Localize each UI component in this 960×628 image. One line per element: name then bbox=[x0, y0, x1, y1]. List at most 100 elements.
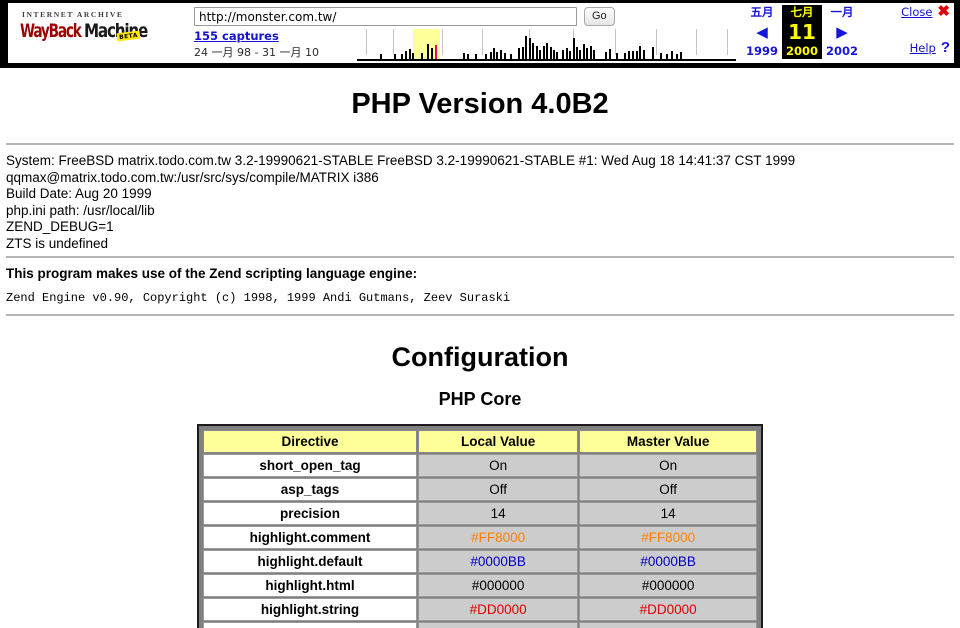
cell-directive: highlight.default bbox=[203, 550, 417, 573]
timeline-bar[interactable] bbox=[493, 48, 496, 59]
prev-arrow-icon[interactable]: ◀ bbox=[742, 20, 782, 44]
timeline-bar[interactable] bbox=[556, 52, 559, 59]
timeline-bar[interactable] bbox=[589, 46, 592, 59]
help-row[interactable]: Help ? bbox=[866, 40, 950, 55]
timeline-bar[interactable] bbox=[576, 47, 579, 59]
next-capture-column[interactable]: 一月 ▶ 2002 bbox=[822, 5, 862, 58]
timeline-bar[interactable] bbox=[427, 44, 430, 59]
table-row: highlight.html #000000 #000000 bbox=[203, 574, 757, 597]
col-master-value: Master Value bbox=[579, 430, 757, 453]
close-link[interactable]: Close bbox=[901, 5, 932, 19]
timeline-bar[interactable] bbox=[408, 49, 411, 59]
wayback-logo[interactable]: INTERNET ARCHIVE WayBack Machine BETA bbox=[8, 3, 193, 63]
timeline-bar[interactable] bbox=[605, 52, 608, 59]
internet-archive-label: INTERNET ARCHIVE bbox=[22, 10, 124, 19]
timeline-bar[interactable] bbox=[631, 51, 634, 59]
system-info-line: php.ini path: /usr/local/lib bbox=[6, 202, 155, 218]
timeline-bar[interactable] bbox=[651, 47, 654, 59]
cell-local-value: #FFFFFF bbox=[418, 622, 579, 628]
timeline-bar[interactable] bbox=[593, 50, 596, 59]
timeline-bar[interactable] bbox=[608, 49, 611, 59]
timeline-bar[interactable] bbox=[660, 53, 663, 59]
current-capture-column[interactable]: 七月 11 2000 bbox=[782, 5, 822, 59]
timeline-bar[interactable] bbox=[431, 48, 434, 59]
captures-count-link[interactable]: 155 captures bbox=[194, 29, 357, 43]
timeline-bar[interactable] bbox=[499, 50, 502, 59]
timeline-bar[interactable] bbox=[411, 53, 414, 59]
timeline-bar[interactable] bbox=[466, 54, 469, 59]
url-row: Go bbox=[193, 7, 740, 26]
wayback-center-column: Go 155 captures 24 一月 98 - 31 一月 10 bbox=[193, 3, 740, 63]
timeline-bar[interactable] bbox=[538, 50, 541, 59]
prev-capture-column[interactable]: 五月 ◀ 1999 bbox=[742, 5, 782, 58]
timeline-bar[interactable] bbox=[642, 50, 645, 59]
timeline-bar[interactable] bbox=[528, 38, 531, 59]
cell-local-value: Off bbox=[418, 478, 579, 501]
timeline-bar[interactable] bbox=[421, 53, 424, 59]
timeline-bar[interactable] bbox=[627, 51, 630, 59]
timeline-bar[interactable] bbox=[586, 48, 589, 59]
timeline-bar[interactable] bbox=[485, 54, 488, 59]
timeline-bar[interactable] bbox=[579, 50, 582, 59]
close-icon[interactable]: ✖ bbox=[937, 4, 950, 19]
timeline-bar[interactable] bbox=[400, 54, 403, 59]
go-button[interactable]: Go bbox=[584, 7, 615, 26]
timeline-bar[interactable] bbox=[624, 53, 627, 59]
module-heading: PHP Core bbox=[438, 389, 522, 409]
phpinfo-page: PHP Version 4.0B2 System: FreeBSD matrix… bbox=[0, 88, 960, 628]
cell-directive: highlight.bg bbox=[203, 622, 417, 628]
timeline-bar[interactable] bbox=[380, 54, 383, 59]
timeline-bar[interactable] bbox=[546, 43, 549, 59]
help-link[interactable]: Help bbox=[910, 41, 936, 55]
timeline-bar[interactable] bbox=[462, 53, 465, 59]
timeline-bar[interactable] bbox=[615, 53, 618, 59]
timeline-bar[interactable] bbox=[521, 47, 524, 59]
timeline-bar[interactable] bbox=[582, 44, 585, 59]
timeline-bar[interactable] bbox=[404, 51, 407, 59]
timeline-bar[interactable] bbox=[569, 51, 572, 59]
timeline-bar[interactable] bbox=[496, 52, 499, 59]
timeline-current-bar[interactable] bbox=[435, 45, 438, 59]
timeline-bar[interactable] bbox=[535, 46, 538, 59]
timeline-bar[interactable] bbox=[532, 43, 535, 59]
date-navigation: 五月 ◀ 1999 七月 11 2000 一月 ▶ 2002 Close ✖ H… bbox=[740, 3, 954, 63]
cell-master-value: On bbox=[579, 454, 757, 477]
timeline-bar[interactable] bbox=[565, 48, 568, 59]
timeline-bar[interactable] bbox=[552, 50, 555, 59]
zend-lead-text: This program makes use of the Zend scrip… bbox=[6, 266, 418, 281]
timeline-bar[interactable] bbox=[676, 54, 679, 59]
timeline-bar[interactable] bbox=[394, 54, 397, 59]
table-row: short_open_tag On On bbox=[203, 454, 757, 477]
timeline-bar[interactable] bbox=[542, 46, 545, 59]
timeline-bar[interactable] bbox=[510, 54, 513, 59]
timeline-bar[interactable] bbox=[635, 51, 638, 59]
timeline-bar[interactable] bbox=[503, 53, 506, 59]
toolbar-links: Close ✖ Help ? bbox=[866, 4, 950, 55]
timeline-bar[interactable] bbox=[475, 54, 478, 59]
timeline-bar[interactable] bbox=[549, 47, 552, 59]
next-arrow-icon[interactable]: ▶ bbox=[822, 20, 862, 44]
cell-master-value: #FF8000 bbox=[579, 526, 757, 549]
capture-date-range: 24 一月 98 - 31 一月 10 bbox=[194, 46, 319, 59]
current-year-label: 2000 bbox=[782, 44, 822, 58]
url-input[interactable] bbox=[194, 7, 577, 26]
timeline-bar[interactable] bbox=[562, 50, 565, 59]
configuration-heading: Configuration bbox=[391, 342, 569, 372]
close-row[interactable]: Close ✖ bbox=[866, 4, 950, 19]
timeline-separator bbox=[442, 29, 444, 55]
timeline-bar[interactable] bbox=[639, 46, 642, 59]
timeline-bar[interactable] bbox=[679, 52, 682, 59]
timeline-bar[interactable] bbox=[489, 52, 492, 59]
timeline-separator bbox=[656, 29, 658, 55]
timeline-bar[interactable] bbox=[670, 51, 673, 59]
zend-copyright: Zend Engine v0.90, Copyright (c) 1998, 1… bbox=[6, 291, 511, 305]
timeline-bar[interactable] bbox=[665, 54, 668, 59]
capture-timeline-sparkline[interactable] bbox=[357, 29, 736, 61]
cell-master-value: #0000BB bbox=[579, 550, 757, 573]
timeline-bar[interactable] bbox=[525, 36, 528, 59]
help-icon[interactable]: ? bbox=[941, 40, 950, 55]
cell-master-value: 14 bbox=[579, 502, 757, 525]
timeline-bar[interactable] bbox=[518, 48, 521, 59]
captures-row: 155 captures 24 一月 98 - 31 一月 10 bbox=[193, 29, 740, 61]
timeline-bar[interactable] bbox=[572, 38, 575, 59]
